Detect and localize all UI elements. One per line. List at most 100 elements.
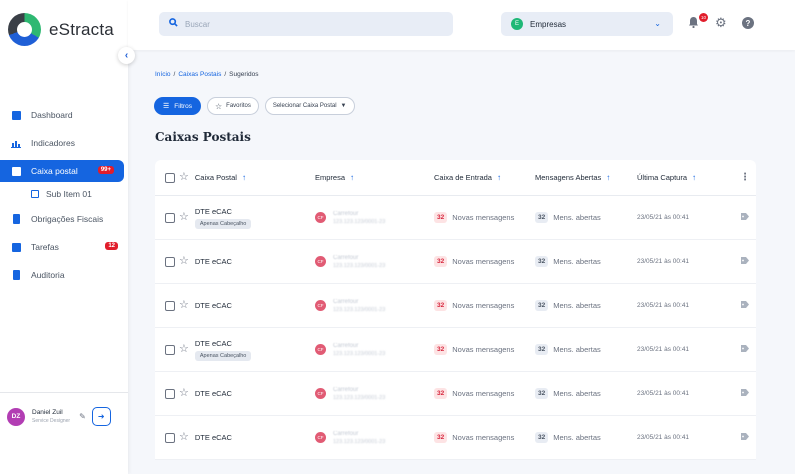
cell-mensagens-abertas: 32 Mens. abertas [535, 212, 637, 223]
column-ultima-captura[interactable]: Última Captura ↑ [637, 173, 734, 182]
column-label: Mensagens Abertas [535, 173, 602, 182]
sidebar-item-indicadores[interactable]: Indicadores [0, 132, 128, 154]
page-title: Caixas Postais [155, 130, 251, 144]
select-all-checkbox[interactable] [165, 172, 175, 183]
star-icon[interactable]: ☆ [179, 344, 189, 355]
row-checkbox[interactable] [165, 344, 175, 355]
breadcrumb-item-inicio[interactable]: Início [155, 71, 171, 78]
sidebar-item-sub-item-01[interactable]: Sub Item 01 [0, 186, 128, 202]
search-bar[interactable] [159, 12, 453, 36]
sidebar-item-label: Sub Item 01 [46, 189, 92, 199]
breadcrumb-item-sugeridos: Sugeridos [229, 71, 259, 78]
sub-item-icon [30, 189, 40, 199]
gear-icon[interactable]: ⚙ [715, 15, 727, 31]
inbox-label: Novas mensagens [452, 257, 515, 266]
logout-button[interactable]: ➜ [91, 407, 111, 426]
cell-caixa-de-entrada: 32 Novas mensagens [434, 212, 535, 223]
filters-button[interactable]: ☰ Filtros [154, 97, 201, 115]
collapse-sidebar-button[interactable]: ‹ [118, 47, 135, 64]
bell-icon[interactable] [688, 16, 699, 31]
cell-actions [734, 345, 756, 354]
app-logo[interactable]: eStracta [8, 13, 114, 46]
company-select[interactable]: E Empresas ⌄ [501, 12, 673, 36]
row-checkbox[interactable] [165, 432, 175, 443]
table-row[interactable]: ☆ DTE eCAC CF Carrefour 123.123.123/0001… [155, 416, 756, 460]
star-icon[interactable]: ☆ [179, 432, 189, 443]
tarefas-badge: 12 [105, 242, 118, 250]
table-row[interactable]: ☆ DTE eCAC Apenas Cabeçalho CF Carrefour… [155, 196, 756, 240]
table-row[interactable]: ☆ DTE eCAC CF Carrefour 123.123.123/0001… [155, 372, 756, 416]
edit-icon[interactable]: ✎ [79, 412, 86, 421]
mail-icon [11, 166, 21, 176]
table-header: ☆ Caixa Postal ↑ Empresa ↑ Caixa de Entr… [155, 160, 756, 196]
table-row[interactable]: ☆ DTE eCAC CF Carrefour 123.123.123/0001… [155, 284, 756, 328]
sidebar-item-tarefas[interactable]: Tarefas 12 [0, 236, 128, 258]
company-id: 123.123.123/0001-23 [333, 262, 386, 269]
table-row[interactable]: ☆ DTE eCAC Apenas Cabeçalho CF Carrefour… [155, 328, 756, 372]
tag-icon[interactable] [740, 433, 750, 442]
column-caixa-de-entrada[interactable]: Caixa de Entrada ↑ [434, 173, 535, 182]
row-checkbox[interactable] [165, 388, 175, 399]
calendar-icon [11, 242, 21, 252]
row-checkbox[interactable] [165, 300, 175, 311]
star-icon[interactable]: ☆ [179, 388, 189, 399]
cell-mensagens-abertas: 32 Mens. abertas [535, 388, 637, 399]
breadcrumb: Início / Caixas Postais / Sugeridos [155, 71, 258, 78]
user-profile: DZ Daniel Zuil Service Designer ✎ ➜ [0, 407, 128, 426]
top-header: E Empresas ⌄ 10 ⚙ ? [128, 0, 795, 50]
star-icon[interactable]: ☆ [179, 172, 189, 183]
search-input[interactable] [185, 19, 425, 29]
column-mensagens-abertas[interactable]: Mensagens Abertas ↑ [535, 173, 637, 182]
table-row[interactable]: ☆ DTE eCAC CF Carrefour 123.123.123/0001… [155, 240, 756, 284]
cell-mensagens-abertas: 32 Mens. abertas [535, 432, 637, 443]
open-count: 32 [535, 388, 549, 399]
avatar[interactable]: DZ [7, 407, 25, 426]
tag-icon[interactable] [740, 345, 750, 354]
tag-icon[interactable] [740, 257, 750, 266]
company-avatar: CF [315, 212, 326, 223]
column-options[interactable]: ⋮ [734, 172, 756, 183]
sort-arrow-icon: ↑ [241, 173, 246, 182]
row-checkbox[interactable] [165, 256, 175, 267]
chart-icon [11, 138, 21, 148]
cell-ultima-captura: 23/05/21 às 00:41 [637, 390, 734, 397]
tag-icon[interactable] [740, 389, 750, 398]
select-mailbox-dropdown[interactable]: Selecionar Caixa Postal ▼ [264, 97, 355, 115]
inbox-count: 32 [434, 388, 448, 399]
help-icon[interactable]: ? [742, 17, 754, 29]
cell-caixa-de-entrada: 32 Novas mensagens [434, 256, 535, 267]
open-label: Mens. abertas [553, 345, 601, 354]
star-icon[interactable]: ☆ [179, 300, 189, 311]
cell-empresa: CF Carrefour 123.123.123/0001-23 [315, 431, 434, 445]
column-caixa-postal[interactable]: ☆ Caixa Postal ↑ [155, 172, 315, 183]
sidebar-item-auditoria[interactable]: Auditoria [0, 264, 128, 286]
star-icon[interactable]: ☆ [179, 256, 189, 267]
favorites-button[interactable]: ☆ Favoritos [206, 97, 259, 115]
cell-ultima-captura: 23/05/21 às 00:41 [637, 258, 734, 265]
company-name: Carrefour [333, 430, 359, 437]
tag-icon[interactable] [740, 301, 750, 310]
logo-icon [8, 13, 41, 46]
open-label: Mens. abertas [553, 257, 601, 266]
audit-icon [11, 270, 21, 280]
caret-down-icon: ▼ [340, 103, 347, 109]
tag-icon[interactable] [740, 213, 750, 222]
cell-caixa-de-entrada: 32 Novas mensagens [434, 300, 535, 311]
sidebar-item-label: Dashboard [31, 110, 73, 120]
breadcrumb-item-caixas-postais[interactable]: Caixas Postais [178, 71, 221, 78]
star-icon[interactable]: ☆ [179, 212, 189, 223]
sidebar-item-dashboard[interactable]: Dashboard [0, 104, 128, 126]
column-empresa[interactable]: Empresa ↑ [315, 173, 434, 182]
sidebar-item-obrigacoes-fiscais[interactable]: Obrigações Fiscais [0, 208, 128, 230]
sidebar-item-caixa-postal[interactable]: Caixa postal 99+ [0, 160, 124, 182]
inbox-label: Novas mensagens [452, 433, 515, 442]
mailbox-title: DTE eCAC [194, 389, 232, 398]
row-checkbox[interactable] [165, 212, 175, 223]
company-id: 123.123.123/0001-23 [333, 218, 386, 225]
cell-actions [734, 301, 756, 310]
cell-mensagens-abertas: 32 Mens. abertas [535, 344, 637, 355]
user-area: DZ Daniel Zuil Service Designer ✎ ➜ [0, 392, 128, 426]
cell-caixa-postal: ☆ DTE eCAC [155, 432, 315, 443]
cell-empresa: CF Carrefour 123.123.123/0001-23 [315, 255, 434, 269]
company-name: Carrefour [333, 254, 359, 261]
